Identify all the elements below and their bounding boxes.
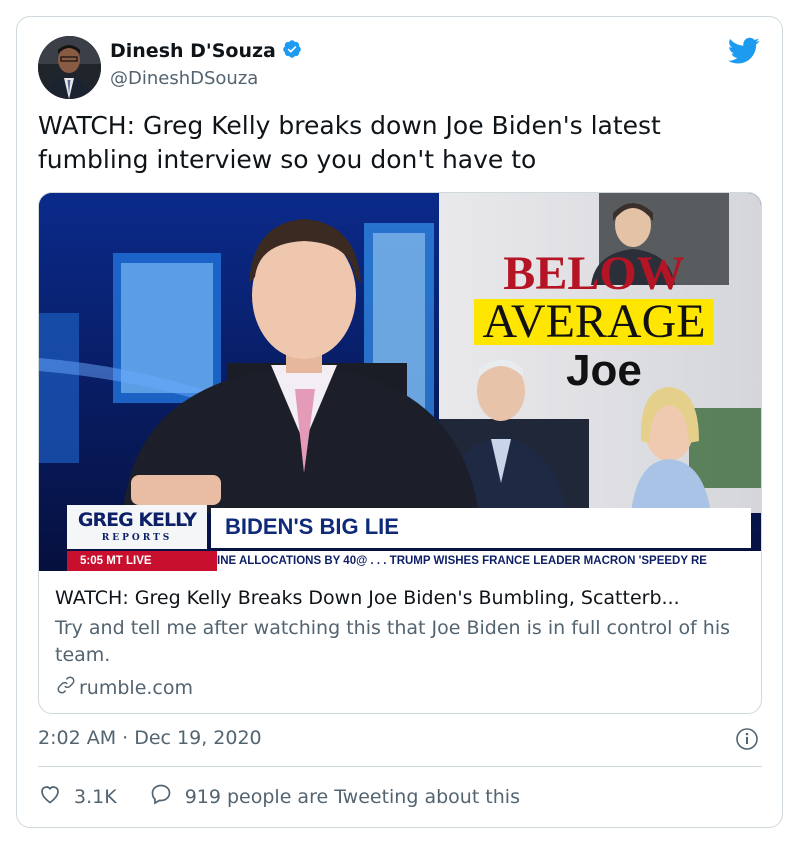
time-live-badge: 5:05 MT LIVE: [67, 551, 217, 571]
author-handle[interactable]: @DineshDSouza: [110, 68, 302, 89]
link-preview-card[interactable]: BELOW AVERAGE Joe GREG KELLY REPORTS BID…: [38, 192, 762, 714]
link-domain: rumble.com: [79, 676, 194, 699]
graphic-line1: BELOW: [503, 247, 685, 300]
avatar-image: [38, 36, 101, 99]
link-meta: WATCH: Greg Kelly Breaks Down Joe Biden'…: [39, 571, 761, 701]
news-ticker: 5:05 MT LIVE INE ALLOCATIONS BY 40@ . . …: [67, 551, 761, 571]
like-action[interactable]: 3.1K: [38, 782, 117, 811]
ticker-crawl: INE ALLOCATIONS BY 40@ . . . TRUMP WISHE…: [217, 555, 707, 567]
link-description: Try and tell me after watching this that…: [55, 617, 731, 666]
tweet-text: WATCH: Greg Kelly breaks down Joe Biden'…: [38, 111, 661, 174]
conversation-action[interactable]: 919 people are Tweeting about this: [149, 782, 520, 811]
headline-text: BIDEN'S BIG LIE: [225, 514, 399, 539]
twitter-bird-icon[interactable]: [727, 37, 760, 65]
logo-subtitle: REPORTS: [101, 533, 173, 543]
avatar[interactable]: [38, 36, 101, 99]
heart-icon[interactable]: [38, 782, 62, 811]
author-block: Dinesh D'Souza @DineshDSouza: [110, 39, 302, 89]
logo-title: GREG KELLY: [77, 509, 197, 531]
like-count: 3.1K: [74, 785, 117, 808]
divider: [38, 766, 762, 767]
graphic-line2: AVERAGE: [474, 298, 714, 346]
link-title[interactable]: WATCH: Greg Kelly Breaks Down Joe Biden'…: [55, 587, 745, 609]
link-domain-row[interactable]: rumble.com: [55, 674, 745, 701]
action-bar: 3.1K 919 people are Tweeting about this: [38, 782, 520, 811]
show-logo: GREG KELLY REPORTS: [67, 505, 207, 549]
tweet-card: Dinesh D'Souza @DineshDSouza WATCH: Greg…: [16, 16, 783, 828]
below-average-graphic: BELOW AVERAGE Joe: [444, 247, 744, 397]
lower-third: GREG KELLY REPORTS BIDEN'S BIG LIE 5:05 …: [67, 505, 761, 571]
info-icon[interactable]: [735, 727, 759, 751]
conversation-text: 919 people are Tweeting about this: [184, 785, 520, 808]
speech-bubble-icon[interactable]: [149, 782, 173, 811]
graphic-line3: Joe: [566, 346, 642, 395]
verified-badge-icon: [282, 39, 302, 63]
headline-bar: BIDEN'S BIG LIE: [211, 508, 751, 548]
author-name[interactable]: Dinesh D'Souza: [110, 40, 276, 62]
link-icon: [55, 674, 77, 701]
video-thumbnail[interactable]: BELOW AVERAGE Joe GREG KELLY REPORTS BID…: [39, 193, 761, 571]
tweet-timestamp[interactable]: 2:02 AM · Dec 19, 2020: [38, 727, 262, 749]
